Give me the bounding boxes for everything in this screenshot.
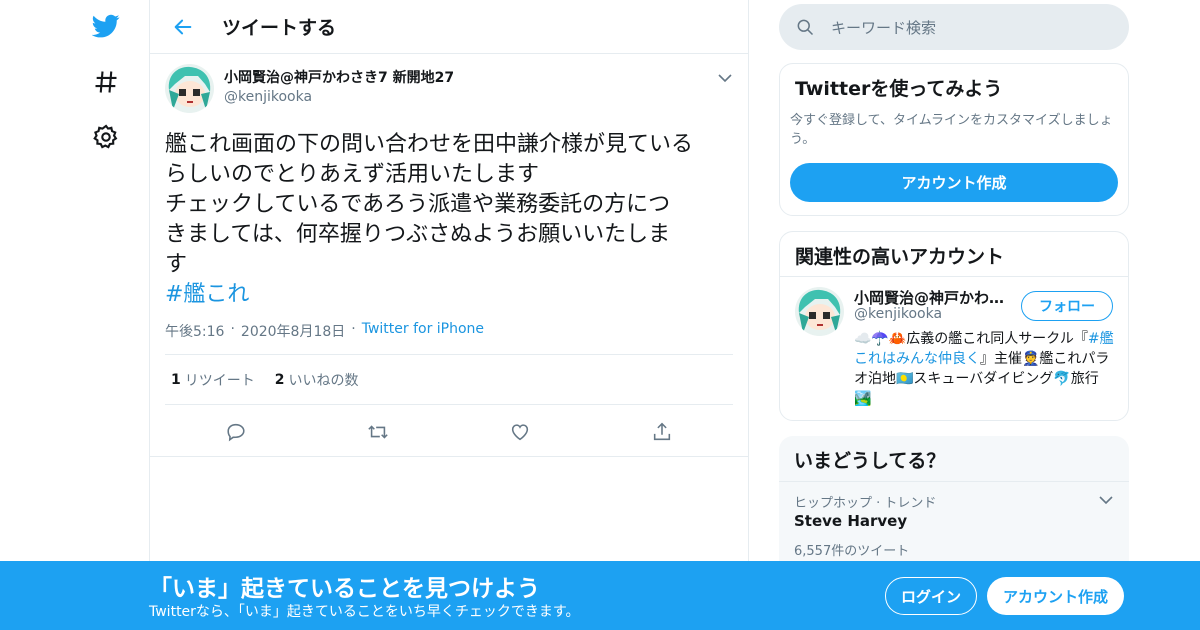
- page-header: ツイートする: [150, 0, 748, 54]
- search-icon: [797, 19, 814, 36]
- trend-tweet-count: 6,557件のツイート: [794, 544, 910, 559]
- divider: [150, 456, 748, 457]
- tweet-date[interactable]: 2020年8月18日: [241, 321, 345, 341]
- tweet-stats: 1 リツイート 2 いいねの数: [165, 355, 733, 405]
- user-handle[interactable]: @kenjikooka: [224, 87, 454, 107]
- avatar[interactable]: [165, 64, 214, 113]
- create-account-button[interactable]: アカウント作成: [790, 163, 1118, 202]
- trends-card-title: いまどうしてる？: [779, 436, 1129, 482]
- tweet-text-line: チェックしているであろう派遣や業務委託の方につ: [165, 192, 671, 217]
- hashtag-link[interactable]: #艦これ: [165, 280, 735, 310]
- avatar[interactable]: [795, 287, 844, 336]
- search-box[interactable]: キーワード検索: [779, 4, 1129, 50]
- gear-icon[interactable]: [92, 123, 120, 151]
- tweet-text: 艦これ画面の下の問い合わせを田中謙介様が見ている らしいのでとりあえず活用いたし…: [165, 130, 735, 310]
- tweet-text-line: す: [165, 252, 188, 277]
- meta-separator: ·: [351, 321, 356, 337]
- tweet-text-line: らしいのでとりあえず活用いたします: [165, 162, 540, 187]
- related-accounts-card: 関連性の高いアカウント 小岡賢治@神戸かわさき7 新開地27 @kenjikoo…: [779, 231, 1129, 421]
- banner-create-account-button[interactable]: アカウント作成: [987, 577, 1124, 615]
- tweet-source-link[interactable]: Twitter for iPhone: [362, 321, 484, 337]
- signup-card-title: Twitterを使ってみよう: [795, 78, 1003, 100]
- retweets-count[interactable]: 1: [171, 372, 181, 388]
- banner-subtitle: Twitterなら、「いま」起きていることをいち早くチェックできます。: [149, 604, 580, 620]
- banner-title: 「いま」起きていることを見つけよう: [149, 576, 540, 602]
- hashtag-icon[interactable]: [92, 68, 120, 96]
- main-column: ツイートする 小岡賢治@神戸かわさき7 新開地27 @kenjikooka 艦こ…: [149, 0, 749, 630]
- heart-icon[interactable]: [509, 421, 531, 443]
- search-input[interactable]: キーワード検索: [831, 17, 936, 38]
- twitter-bird-icon[interactable]: [92, 12, 120, 40]
- related-user-bio: ☁️☂️🦀広義の艦これ同人サークル『#艦これはみんな仲良く』主催👮艦これパラオ泊…: [854, 329, 1116, 409]
- tweet-text-line: 艦これ画面の下の問い合わせを田中謙介様が見ている: [165, 132, 694, 157]
- trend-name[interactable]: Steve Harvey: [794, 512, 907, 530]
- page-title: ツイートする: [222, 17, 337, 39]
- tweet-author[interactable]: 小岡賢治@神戸かわさき7 新開地27 @kenjikooka: [165, 64, 733, 116]
- retweet-icon[interactable]: [367, 421, 389, 443]
- page: ツイートする 小岡賢治@神戸かわさき7 新開地27 @kenjikooka 艦こ…: [0, 0, 1200, 630]
- likes-label[interactable]: いいねの数: [289, 370, 359, 390]
- tweet-meta: 午後5:16 · 2020年8月18日 · Twitter for iPhone: [165, 321, 733, 355]
- likes-count[interactable]: 2: [275, 372, 285, 388]
- tweet-detail: 小岡賢治@神戸かわさき7 新開地27 @kenjikooka 艦これ画面の下の問…: [150, 54, 748, 405]
- chevron-down-icon[interactable]: [1098, 492, 1114, 508]
- meta-separator: ·: [230, 321, 235, 337]
- login-button[interactable]: ログイン: [885, 577, 977, 615]
- signup-card-description: 今すぐ登録して、タイムラインをカスタマイズしましょう。: [790, 113, 1113, 147]
- related-user[interactable]: 小岡賢治@神戸かわさき7 新開地27 @kenjikooka フォロー ☁️☂️…: [780, 277, 1128, 421]
- tweet-text-line: きましては、何卒握りつぶさぬようお願いいたしま: [165, 222, 671, 247]
- related-user-name[interactable]: 小岡賢治@神戸かわさき7 新開地27: [854, 287, 1012, 308]
- related-user-handle[interactable]: @kenjikooka: [854, 306, 942, 322]
- signup-banner: 「いま」起きていることを見つけよう Twitterなら、「いま」起きていることを…: [0, 561, 1200, 630]
- tweet-time[interactable]: 午後5:16: [165, 321, 224, 341]
- retweets-label[interactable]: リツイート: [185, 370, 255, 390]
- back-arrow-icon[interactable]: [166, 10, 200, 44]
- share-icon[interactable]: [651, 421, 673, 443]
- trend-context: ヒップホップ · トレンド: [794, 496, 937, 511]
- reply-icon[interactable]: [225, 421, 247, 443]
- signup-card: Twitterを使ってみよう 今すぐ登録して、タイムラインをカスタマイズしましょ…: [779, 63, 1129, 216]
- follow-button[interactable]: フォロー: [1021, 291, 1113, 321]
- related-card-title: 関連性の高いアカウント: [780, 232, 1128, 277]
- bio-text: ☁️☂️🦀広義の艦これ同人サークル『: [854, 331, 1088, 347]
- chevron-down-icon[interactable]: [717, 70, 733, 86]
- trends-card: いまどうしてる？ ヒップホップ · トレンド Steve Harvey 6,55…: [779, 436, 1129, 576]
- display-name[interactable]: 小岡賢治@神戸かわさき7 新開地27: [224, 69, 454, 87]
